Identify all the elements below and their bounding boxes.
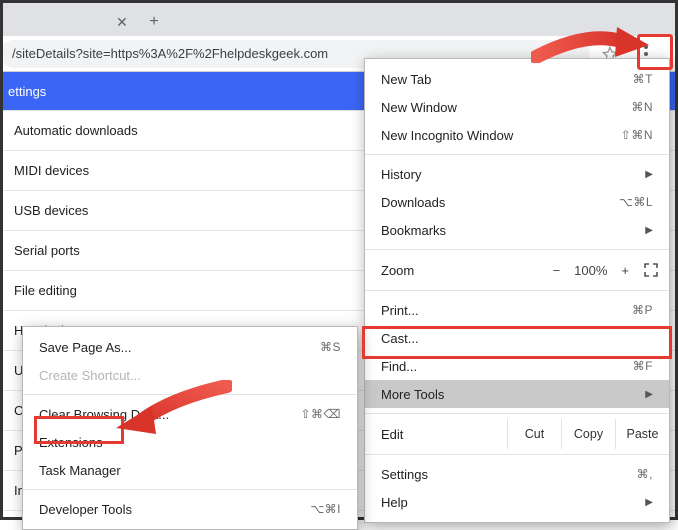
url-text: /siteDetails?site=https%3A%2F%2Fhelpdesk… bbox=[12, 46, 328, 61]
submenu-clear-browsing[interactable]: Clear Browsing Data...⇧⌘⌫ bbox=[23, 400, 357, 428]
settings-header-title: ettings bbox=[8, 84, 46, 99]
fullscreen-icon[interactable] bbox=[643, 262, 659, 278]
plus-icon: + bbox=[149, 13, 158, 31]
menu-new-tab[interactable]: New Tab⌘T bbox=[365, 65, 669, 93]
menu-help[interactable]: Help▶ bbox=[365, 488, 669, 516]
menu-cast[interactable]: Cast... bbox=[365, 324, 669, 352]
menu-find[interactable]: Find...⌘F bbox=[365, 352, 669, 380]
new-tab-button[interactable]: + bbox=[140, 8, 168, 36]
menu-zoom-row: Zoom − 100% + bbox=[365, 255, 669, 285]
zoom-percent: 100% bbox=[574, 263, 607, 278]
chevron-right-icon: ▶ bbox=[645, 389, 653, 400]
edit-paste-button[interactable]: Paste bbox=[615, 419, 669, 449]
tab-close-button[interactable]: ✕ bbox=[110, 8, 134, 36]
menu-edit-row: Edit Cut Copy Paste bbox=[365, 419, 669, 449]
menu-settings[interactable]: Settings⌘, bbox=[365, 460, 669, 488]
menu-history[interactable]: History▶ bbox=[365, 160, 669, 188]
chevron-right-icon: ▶ bbox=[645, 497, 653, 508]
menu-new-incognito[interactable]: New Incognito Window⇧⌘N bbox=[365, 121, 669, 149]
zoom-out-button[interactable]: − bbox=[553, 263, 561, 278]
menu-new-window[interactable]: New Window⌘N bbox=[365, 93, 669, 121]
menu-bookmarks[interactable]: Bookmarks▶ bbox=[365, 216, 669, 244]
close-icon: ✕ bbox=[116, 14, 128, 31]
chevron-right-icon: ▶ bbox=[645, 225, 653, 236]
edit-cut-button[interactable]: Cut bbox=[507, 419, 561, 449]
submenu-developer-tools[interactable]: Developer Tools⌥⌘I bbox=[23, 495, 357, 523]
menu-print[interactable]: Print...⌘P bbox=[365, 296, 669, 324]
tab-strip: ✕ + bbox=[0, 0, 678, 36]
chrome-main-menu: New Tab⌘T New Window⌘N New Incognito Win… bbox=[364, 58, 670, 523]
submenu-task-manager[interactable]: Task Manager bbox=[23, 456, 357, 484]
menu-more-tools[interactable]: More Tools▶ bbox=[365, 380, 669, 408]
submenu-create-shortcut: Create Shortcut... bbox=[23, 361, 357, 389]
submenu-extensions[interactable]: Extensions bbox=[23, 428, 357, 456]
zoom-in-button[interactable]: + bbox=[621, 263, 629, 278]
menu-downloads[interactable]: Downloads⌥⌘L bbox=[365, 188, 669, 216]
edit-copy-button[interactable]: Copy bbox=[561, 419, 615, 449]
more-tools-submenu: Save Page As...⌘S Create Shortcut... Cle… bbox=[22, 326, 358, 530]
submenu-save-page[interactable]: Save Page As...⌘S bbox=[23, 333, 357, 361]
chevron-right-icon: ▶ bbox=[645, 169, 653, 180]
